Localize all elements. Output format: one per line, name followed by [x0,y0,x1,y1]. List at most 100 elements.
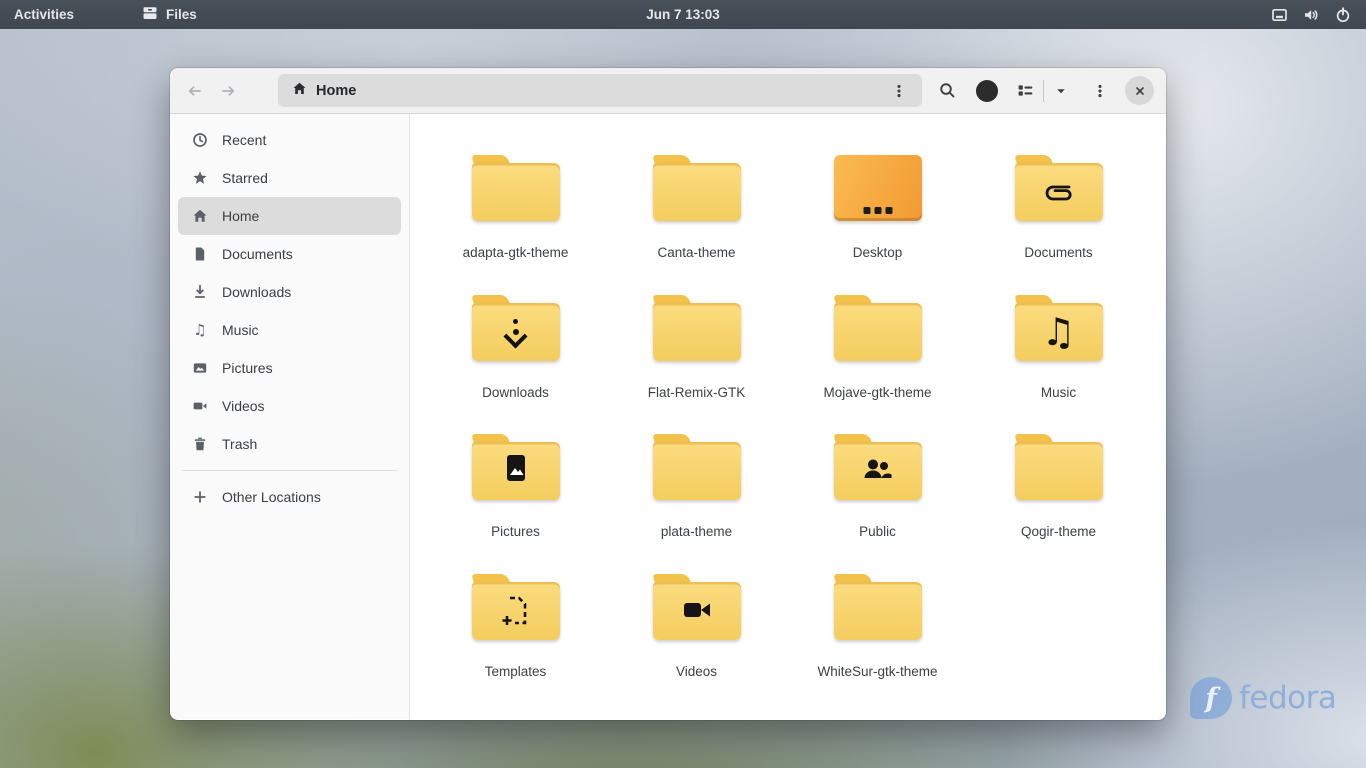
close-icon [1133,84,1147,98]
file-item[interactable]: plata-theme [606,434,787,574]
folder-icon [653,434,741,500]
sidebar-item-music[interactable]: ♫ Music [178,311,401,349]
folder-icon [834,434,922,500]
file-item[interactable]: Templates [425,574,606,714]
folder-icon [472,574,560,640]
folder-icon [1015,434,1103,500]
file-item[interactable]: Videos [606,574,787,714]
sidebar: RecentStarred Home Documents Downloads ♫ Musi… [170,114,410,719]
trash-icon [192,436,208,452]
network-icon[interactable] [1271,7,1288,23]
file-name: Canta-theme [657,244,735,263]
back-arrow-icon [186,83,203,99]
file-item[interactable]: Flat-Remix-GTK [606,295,787,435]
sidebar-item-home[interactable]: Home [178,197,401,235]
music-note-icon: ♫ [1041,313,1075,351]
file-name: Documents [1024,244,1092,263]
kebab-icon [1092,83,1108,99]
list-view-icon [1017,82,1034,99]
sidebar-item-downloads[interactable]: Downloads [178,273,401,311]
paperclip-icon [1039,172,1079,212]
file-item[interactable]: Downloads [425,295,606,435]
folder-icon [653,574,741,640]
file-item[interactable]: ♫ Music [968,295,1149,435]
path-menu-button[interactable] [884,76,914,106]
file-item[interactable]: Public [787,434,968,574]
file-name: Flat-Remix-GTK [648,384,746,403]
video-camera-icon [677,591,717,631]
power-icon[interactable] [1335,7,1351,23]
close-button[interactable] [1125,76,1154,105]
photo-icon [496,451,536,491]
kebab-icon [891,83,907,99]
file-name: Downloads [482,384,549,403]
clock-button[interactable]: Jun 7 13:03 [646,7,720,22]
sidebar-item-label: Music [222,322,259,338]
file-item[interactable]: Qogir-theme [968,434,1149,574]
menu-button[interactable] [1085,76,1115,106]
file-item[interactable]: Documents [968,155,1149,295]
sidebar-item-label: Videos [222,398,265,414]
view-options-dropdown[interactable] [1049,76,1073,106]
folder-icon [472,295,560,361]
star-icon [192,170,208,186]
sidebar-item-recent[interactable]: Recent [178,121,401,159]
file-name: Music [1041,384,1076,403]
video-camera-icon [192,398,208,414]
file-name: plata-theme [661,523,732,542]
file-name: Public [859,523,896,542]
file-item[interactable]: Pictures [425,434,606,574]
folder-icon [834,574,922,640]
search-icon [939,82,956,99]
folder-icon [472,434,560,500]
file-item[interactable]: adapta-gtk-theme [425,155,606,295]
sidebar-item-label: Trash [222,436,257,452]
desktop-folder-icon [834,155,922,221]
forward-arrow-icon [220,83,237,99]
file-name: Qogir-theme [1021,523,1096,542]
volume-icon[interactable] [1303,7,1320,23]
view-toggle-group [1012,76,1073,106]
sidebar-item-label: Documents [222,246,293,262]
file-grid: adapta-gtk-theme Canta-theme Desktop Docume… [410,114,1166,713]
sidebar-item-trash[interactable]: Trash [178,425,401,463]
music-note-icon: ♫ [192,322,208,338]
back-button[interactable] [180,76,208,106]
fedora-watermark: f fedora [1190,677,1336,719]
sidebar-item-pictures[interactable]: Pictures [178,349,401,387]
forward-button[interactable] [214,76,242,106]
folder-icon [472,155,560,221]
sidebar-item-label: Other Locations [222,489,321,505]
file-name: WhiteSur-gtk-theme [817,663,937,682]
file-view: adapta-gtk-theme Canta-theme Desktop Docume… [410,114,1166,719]
sidebar-item-documents[interactable]: Documents [178,235,401,273]
sidebar-item-starred[interactable]: Starred [178,159,401,197]
divider [182,470,397,471]
sidebar-item-videos[interactable]: Videos [178,387,401,425]
list-view-button[interactable] [1012,76,1038,106]
divider [1043,80,1044,102]
search-button[interactable] [932,76,962,106]
sidebar-item-label: Downloads [222,284,291,300]
activities-button[interactable]: Activities [0,0,88,29]
sidebar-list: RecentStarred Home Documents Downloads ♫ Musi… [170,121,409,463]
file-item[interactable]: WhiteSur-gtk-theme [787,574,968,714]
sidebar-item-label: Home [222,208,259,224]
file-item[interactable]: Canta-theme [606,155,787,295]
folder-icon [653,155,741,221]
sidebar-item-label: Pictures [222,360,273,376]
file-item[interactable]: Mojave-gtk-theme [787,295,968,435]
dark-circle-icon [976,80,998,102]
fedora-logo-icon: f [1190,677,1232,719]
dark-circle-indicator[interactable] [972,76,1002,106]
path-bar[interactable]: Home [278,74,922,107]
sidebar-item-other-locations[interactable]: Other Locations [178,478,401,516]
image-icon [192,360,208,376]
file-name: Desktop [853,244,903,263]
file-item[interactable]: Desktop [787,155,968,295]
file-name: adapta-gtk-theme [463,244,569,263]
file-name: Pictures [491,523,540,542]
focused-app-menu[interactable]: Files [136,0,203,29]
app-name-label: Files [166,7,197,22]
fedora-logo-text: fedora [1239,680,1336,716]
